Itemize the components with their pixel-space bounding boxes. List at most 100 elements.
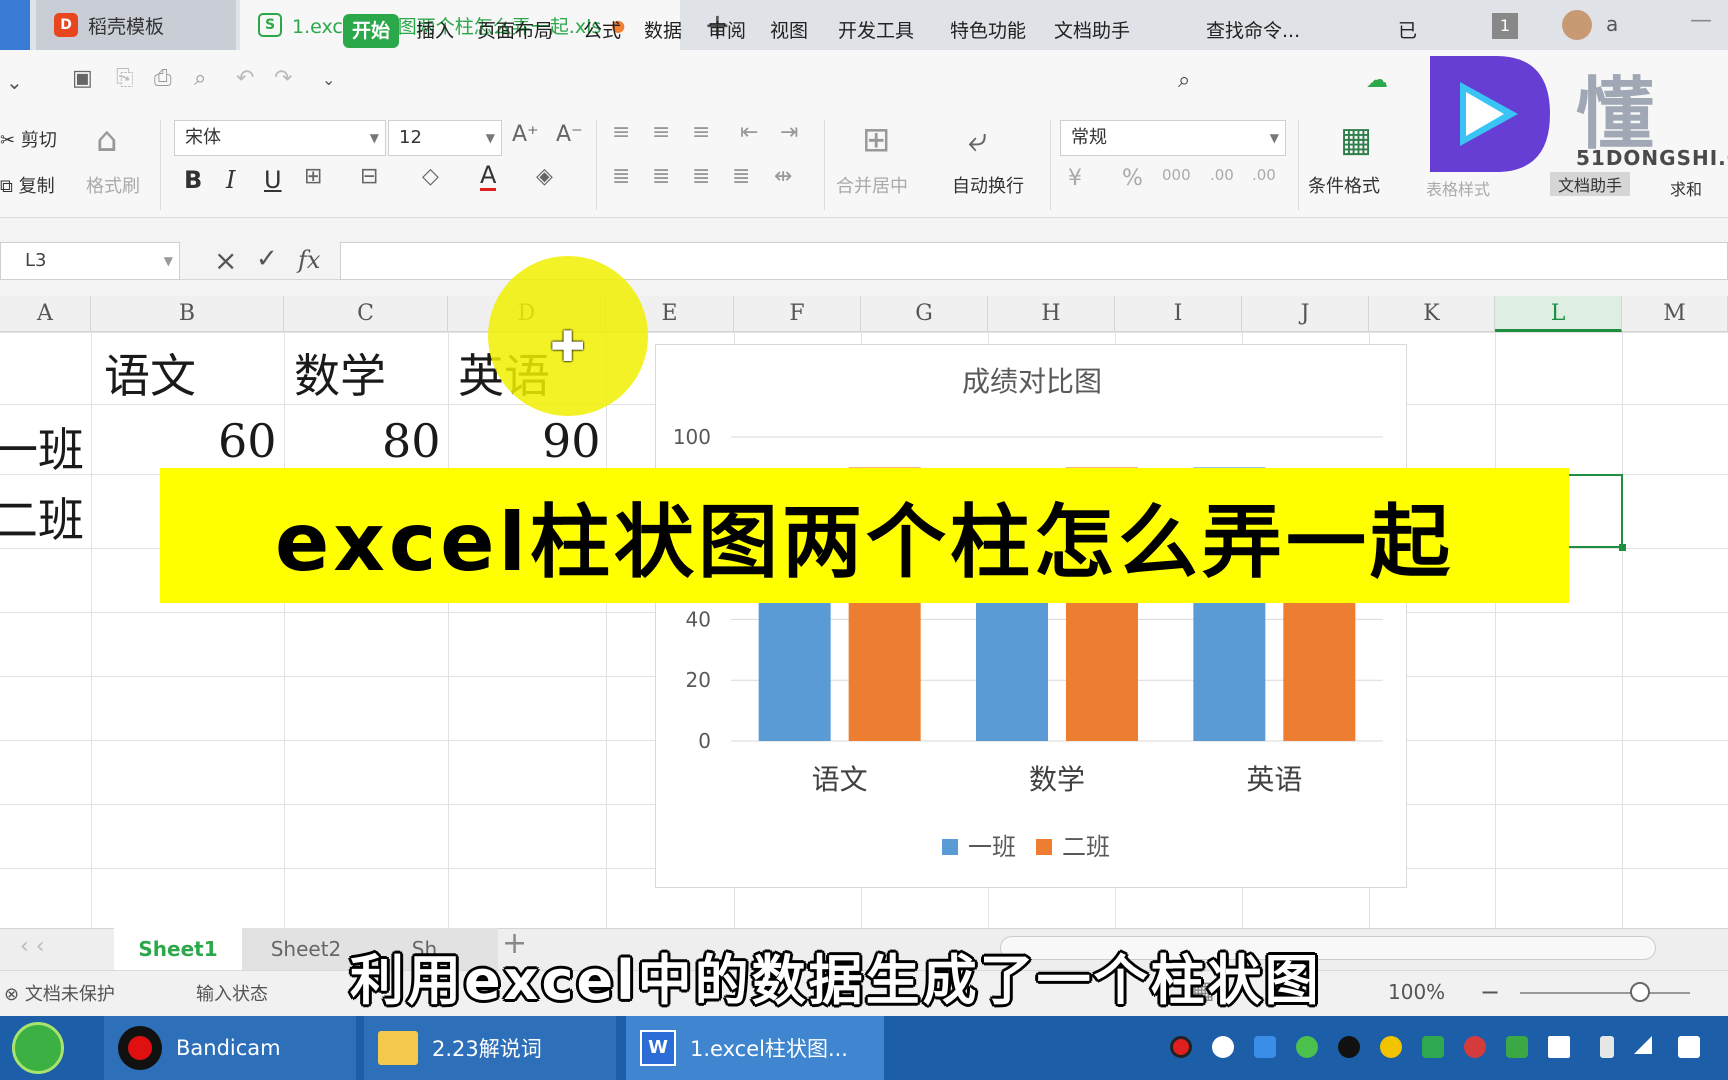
sum-label[interactable]: 求和 [1670,176,1702,200]
cell-d2[interactable]: 90 [542,414,601,468]
zoom-slider-handle[interactable] [1630,982,1650,1002]
table-style-label[interactable]: 表格样式 [1426,176,1490,200]
cell-a3[interactable]: 二班 [0,484,84,550]
sheet-tab-1[interactable]: Sheet1 [114,928,242,970]
thousands-icon[interactable]: 000 [1162,166,1191,184]
zoom-out-icon[interactable]: − [1480,978,1500,1006]
indent-increase-icon[interactable]: ⇥ [780,120,798,145]
cell-b1[interactable]: 语文 [104,340,196,406]
align-top-icon[interactable]: ≡ [612,120,630,145]
align-bottom-icon[interactable]: ≡ [692,120,710,145]
save-icon[interactable]: ▣ [72,66,93,91]
print-preview-icon[interactable]: ⌕ [194,66,206,91]
font-size-select[interactable]: 12 ▼ [388,120,502,156]
format-painter-icon[interactable]: ⌂ [96,120,118,160]
cut-button[interactable]: ✂ 剪切 [0,126,57,152]
conditional-format-label[interactable]: 条件格式 [1308,172,1380,198]
fill-handle[interactable] [1619,544,1626,551]
menu-developer[interactable]: 开发工具 [838,14,914,48]
column-header-a[interactable]: A [0,296,91,332]
tab-docer-template[interactable]: D 稻壳模板 [36,0,236,50]
merge-center-label[interactable]: 合并居中 [836,172,908,198]
start-button-icon[interactable] [12,1022,64,1074]
cell-c2[interactable]: 80 [382,414,441,468]
export-icon[interactable]: ⎘ [116,66,134,91]
align-left-icon[interactable]: ≣ [612,164,630,189]
underline-icon[interactable]: U [264,166,282,194]
align-center-icon[interactable]: ≣ [652,164,670,189]
window-count-badge[interactable]: 1 [1492,13,1518,39]
column-header-g[interactable]: G [861,296,988,332]
cell-a2[interactable]: 一班 [0,414,84,480]
cancel-entry-icon[interactable]: × [214,244,237,277]
tray-shield-icon[interactable] [1422,1036,1444,1058]
justify-icon[interactable]: ≣ [732,164,750,189]
decrease-font-icon[interactable]: A⁻ [556,122,583,147]
minimize-button[interactable]: — [1690,8,1712,33]
column-header-j[interactable]: J [1242,296,1369,332]
command-search[interactable]: 查找命令... [1206,14,1300,48]
increase-font-icon[interactable]: A⁺ [512,122,539,147]
tray-notification-icon[interactable] [1212,1036,1234,1058]
conditional-format-icon[interactable]: ▦ [1340,120,1372,160]
wrap-text-label[interactable]: 自动换行 [952,172,1024,198]
menu-data[interactable]: 数据 [644,14,682,48]
indent-decrease-icon[interactable]: ⇤ [740,120,758,145]
column-header-l[interactable]: L [1495,296,1622,332]
column-header-f[interactable]: F [734,296,861,332]
cloud-sync-icon[interactable]: ☁ [1366,68,1388,93]
sheet-nav-prev-icon[interactable]: ‹ ‹ [20,934,45,959]
print-icon[interactable]: ⎙ [154,66,172,91]
align-middle-icon[interactable]: ≡ [652,120,670,145]
tray-plus-icon[interactable] [1380,1036,1402,1058]
menu-formula[interactable]: 公式 [583,14,621,48]
column-header-b[interactable]: B [91,296,284,332]
confirm-entry-icon[interactable]: ✓ [256,244,278,274]
column-header-m[interactable]: M [1622,296,1728,332]
quick-access-more-icon[interactable]: ⌄ [322,70,335,89]
undo-icon[interactable]: ↶ [236,66,254,91]
wrap-text-icon[interactable]: ⤶ [968,120,987,160]
border-icon[interactable]: ⊞ [304,164,322,189]
tray-box-icon[interactable] [1254,1036,1276,1058]
copy-button[interactable]: ⧉ 复制 [0,172,55,198]
column-header-k[interactable]: K [1369,296,1495,332]
menu-insert[interactable]: 插入 [416,14,454,48]
taskbar-folder[interactable]: 2.23解说词 [364,1016,616,1080]
percent-icon[interactable]: % [1122,166,1143,191]
cell-c1[interactable]: 数学 [294,340,386,406]
menu-doc-assistant[interactable]: 文档助手 [1054,14,1130,48]
file-menu-chevron-icon[interactable]: ⌄ [6,70,23,94]
decimal-increase-icon[interactable]: .00 [1210,166,1234,184]
currency-icon[interactable]: ¥ [1068,166,1082,191]
eraser-icon[interactable]: ◈ [536,164,553,189]
taskbar-wps[interactable]: W 1.excel柱状图... [626,1016,884,1080]
font-color-icon[interactable]: A [480,162,497,191]
number-format-select[interactable]: 常规 ▼ [1060,120,1286,156]
menu-review[interactable]: 审阅 [708,14,746,48]
avatar[interactable] [1562,10,1592,40]
tray-volume-icon[interactable] [1678,1036,1700,1058]
column-header-h[interactable]: H [988,296,1115,332]
zoom-level[interactable]: 100% [1388,980,1445,1004]
tray-nvidia-icon[interactable] [1506,1036,1528,1058]
tray-flag-icon[interactable] [1548,1036,1570,1058]
tray-signal-icon[interactable] [1634,1036,1652,1054]
menu-start[interactable]: 开始 [343,14,400,48]
bar-chart[interactable]: 成绩对比图 0 20 40 100 语文 数学 英语 一班 二班 [655,344,1407,888]
fill-color-icon[interactable]: ◇ [422,164,439,189]
menu-special-features[interactable]: 特色功能 [950,14,1026,48]
menu-view[interactable]: 视图 [770,14,808,48]
italic-icon[interactable]: I [226,166,235,194]
tray-battery-icon[interactable] [1600,1036,1614,1058]
merge-center-icon[interactable]: ⊞ [862,120,891,160]
bold-icon[interactable]: B [184,166,202,194]
tray-qq-icon[interactable] [1338,1036,1360,1058]
align-right-icon[interactable]: ≣ [692,164,710,189]
cell-b2[interactable]: 60 [218,414,277,468]
decimal-decrease-icon[interactable]: .00 [1252,166,1276,184]
protect-status[interactable]: ⊗ 文档未保护 [4,980,115,1006]
menu-page-layout[interactable]: 页面布局 [477,14,553,48]
search-icon[interactable]: ⌕ [1178,68,1190,93]
column-header-i[interactable]: I [1115,296,1242,332]
